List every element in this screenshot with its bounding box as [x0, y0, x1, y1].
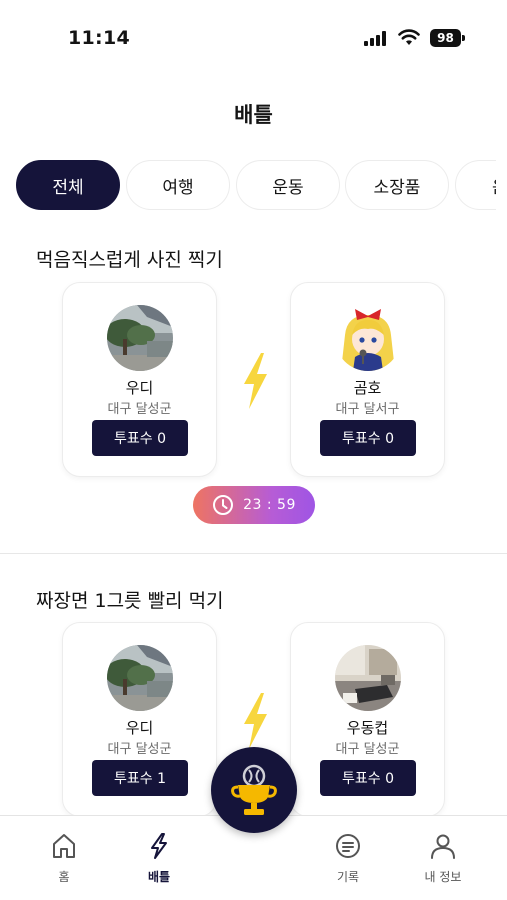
- contestant-location: 대구 달서구: [335, 402, 400, 417]
- contestant-name: 우디: [125, 379, 154, 397]
- contestant-name: 곰호: [353, 379, 382, 397]
- vote-button[interactable]: 투표수 1: [92, 760, 188, 796]
- nav-home[interactable]: 홈: [29, 816, 99, 896]
- tab-collection[interactable]: 소장품: [345, 160, 449, 210]
- nav-profile[interactable]: 내 정보: [408, 816, 478, 896]
- home-icon: [53, 834, 75, 858]
- outdoor-tree-photo-icon: [107, 645, 173, 711]
- battle-title: 먹음직스럽게 사진 찍기: [36, 249, 223, 271]
- contestant-card-right[interactable]: 우동컵 대구 달성군 투표수 0: [290, 622, 445, 817]
- section-divider: [0, 553, 507, 554]
- contestant-location: 대구 달성군: [107, 402, 172, 417]
- battery-nub: [462, 35, 465, 41]
- contestant-location: 대구 달성군: [107, 742, 172, 757]
- record-icon: [336, 834, 360, 858]
- tab-all[interactable]: 전체: [16, 160, 120, 210]
- tab-food[interactable]: 음: [455, 160, 496, 210]
- contestant-name: 우동컵: [346, 719, 389, 737]
- contestant-card-left[interactable]: 우디 대구 달성군 투표수 0: [62, 282, 217, 477]
- nav-battle[interactable]: 배틀: [124, 816, 194, 896]
- countdown-timer: 23 : 59: [193, 486, 315, 524]
- avatar: [107, 305, 173, 371]
- avatar: [335, 645, 401, 711]
- lightning-icon: [244, 353, 267, 409]
- tab-travel[interactable]: 여행: [126, 160, 230, 210]
- nav-label: 기록: [336, 870, 360, 884]
- contestant-card-right[interactable]: 곰호 대구 달서구 투표수 0: [290, 282, 445, 477]
- battery-indicator: 98: [430, 29, 461, 47]
- battle-title: 짜장면 1그릇 빨리 먹기: [36, 590, 224, 612]
- vote-button[interactable]: 투표수 0: [320, 420, 416, 456]
- trophy-button[interactable]: [211, 747, 297, 833]
- contestant-card-left[interactable]: 우디 대구 달성군 투표수 1: [62, 622, 217, 817]
- lightning-icon: [244, 693, 267, 749]
- category-tabs: 전체 여행 운동 소장품 음: [0, 159, 496, 211]
- anime-girl-with-microphone-icon: [335, 305, 401, 371]
- vote-button[interactable]: 투표수 0: [320, 760, 416, 796]
- status-bar: 11:14 98: [0, 0, 507, 80]
- status-time: 11:14: [68, 27, 130, 49]
- timer-text: 23 : 59: [243, 497, 296, 513]
- wifi-icon: [398, 29, 420, 45]
- nav-label: 홈: [58, 870, 70, 884]
- page-title: 배틀: [234, 103, 273, 127]
- nav-label: 내 정보: [424, 870, 462, 884]
- tab-exercise[interactable]: 운동: [236, 160, 340, 210]
- nav-record[interactable]: 기록: [313, 816, 383, 896]
- cellular-signal-icon: [364, 31, 386, 46]
- avatar: [107, 645, 173, 711]
- nav-label: 배틀: [147, 870, 171, 884]
- vote-button[interactable]: 투표수 0: [92, 420, 188, 456]
- user-icon: [431, 834, 455, 859]
- avatar: [335, 305, 401, 371]
- trophy-icon: [231, 764, 277, 815]
- desk-laptop-photo-icon: [335, 645, 401, 711]
- clock-icon: [213, 495, 234, 515]
- outdoor-tree-photo-icon: [107, 305, 173, 371]
- lightning-icon: [151, 833, 167, 859]
- contestant-name: 우디: [125, 719, 154, 737]
- contestant-location: 대구 달성군: [335, 742, 400, 757]
